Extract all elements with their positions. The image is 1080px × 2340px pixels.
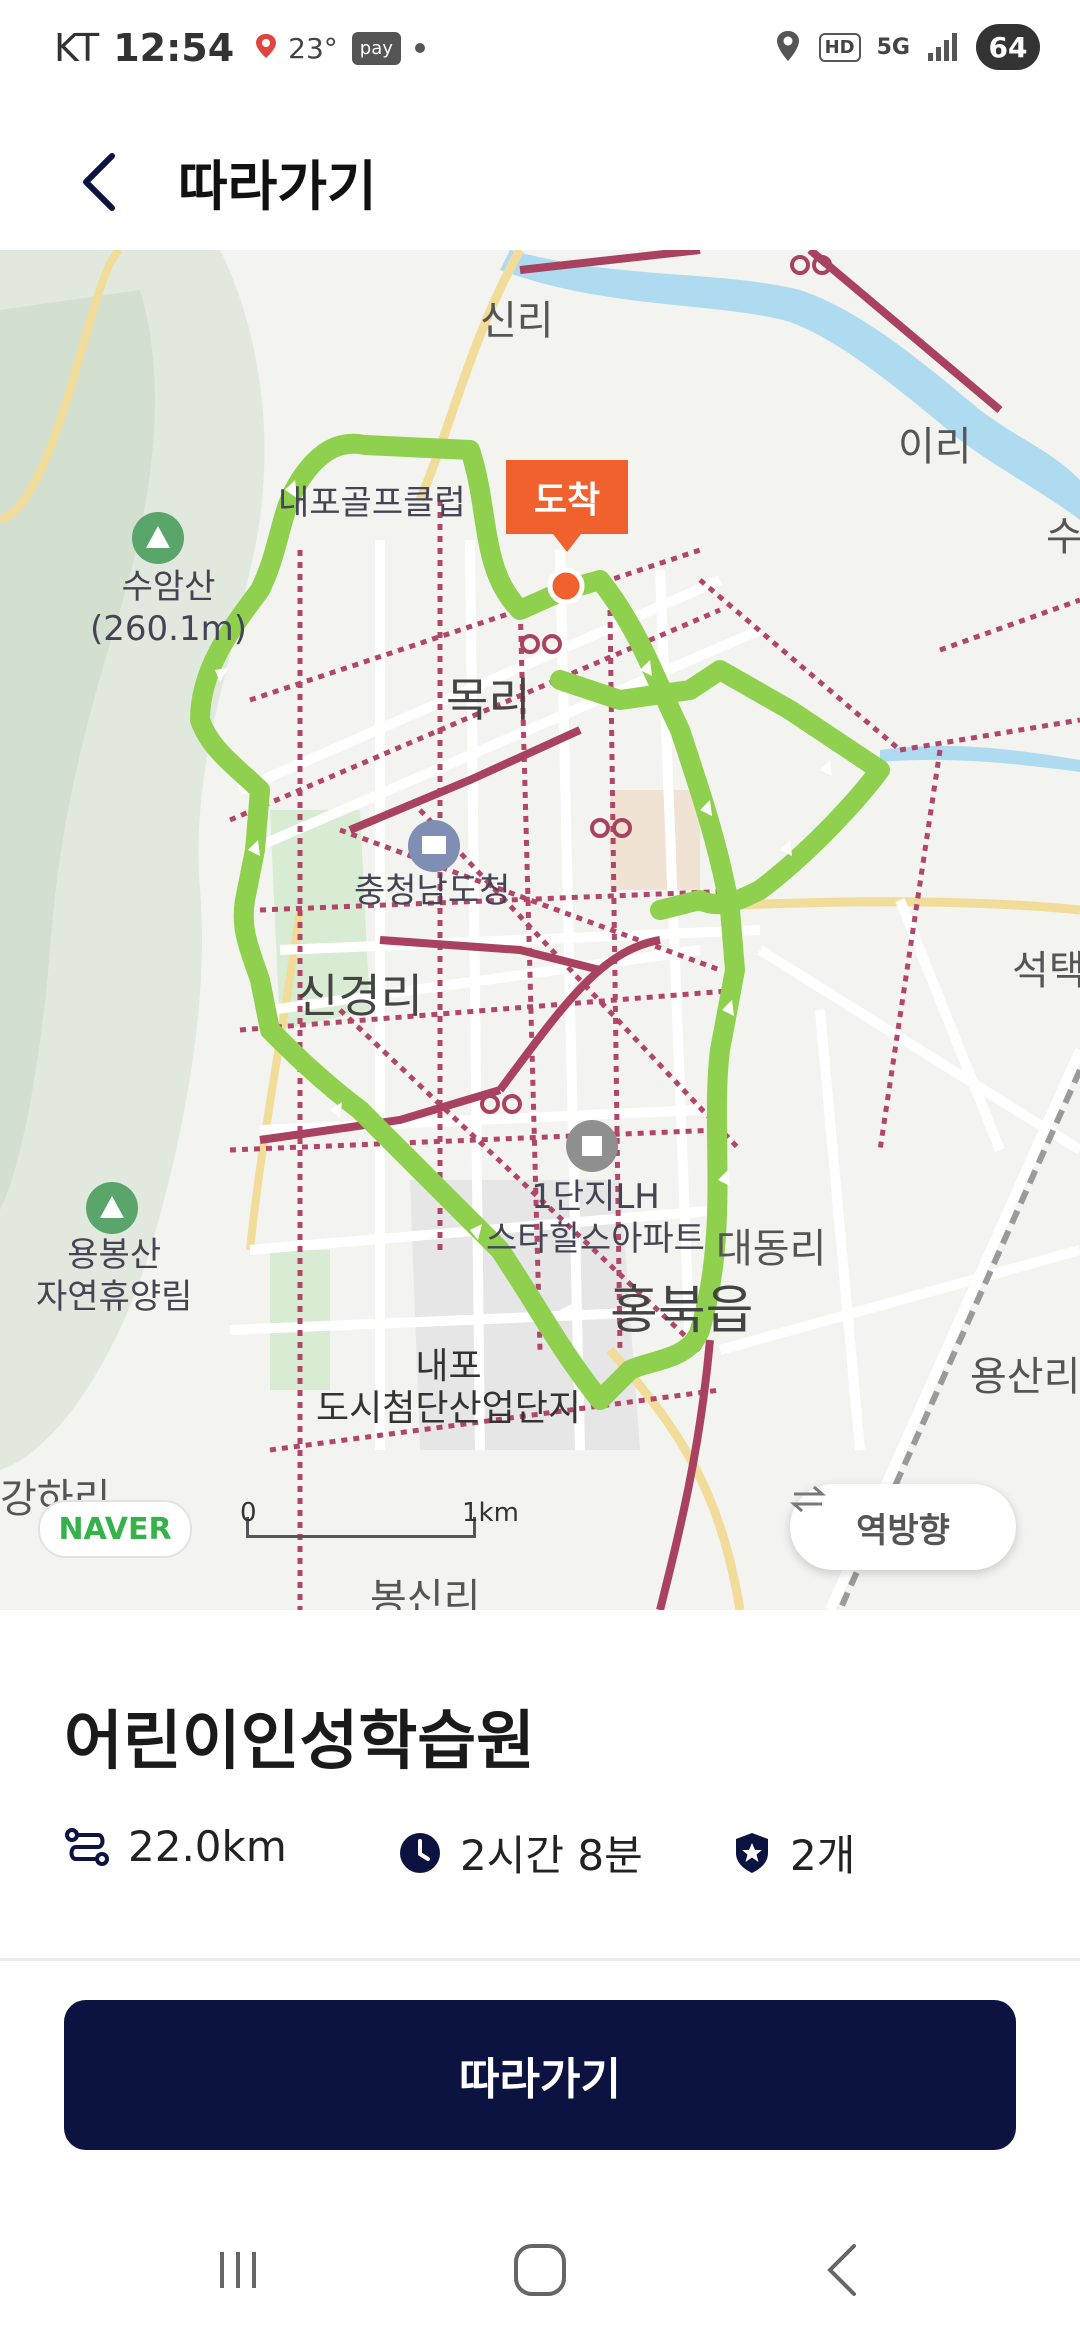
pay-icon: pay bbox=[351, 31, 401, 65]
notification-dot-icon bbox=[414, 43, 425, 53]
weather-indicator: 23° bbox=[248, 30, 338, 66]
map-label-seoktaek: 석택 bbox=[1012, 948, 1080, 994]
weather-location-icon bbox=[256, 34, 277, 58]
naver-logo: NAVER bbox=[38, 1500, 192, 1558]
map-label-mokri: 목리 bbox=[446, 673, 531, 727]
clock-icon bbox=[400, 1832, 440, 1873]
battery-indicator: 64 bbox=[976, 24, 1040, 70]
home-button[interactable] bbox=[500, 2230, 580, 2310]
poi-label-naepo: 내포 도시첨단산업단지 bbox=[316, 1346, 581, 1429]
back-arrow-icon bbox=[827, 2244, 856, 2296]
poi-label-lh-apt: 1단지LH 스타힐스아파트 bbox=[486, 1177, 705, 1259]
badge-stat: 2개 bbox=[732, 1822, 855, 1883]
home-icon bbox=[514, 2244, 566, 2296]
map-scale: 0 1km bbox=[240, 1498, 519, 1544]
divider bbox=[0, 1958, 1080, 1961]
poi-label-golf: 내포골프클럽 bbox=[278, 483, 466, 523]
route-map[interactable]: 신리 이리 수 목리 신경리 석택 대동리 홍북읍 용산리 강하리 봉신리 내포… bbox=[0, 250, 1080, 1610]
destination-marker[interactable]: 도착 bbox=[506, 460, 628, 552]
map-label-su: 수 bbox=[1046, 514, 1080, 560]
badge-count-value: 2개 bbox=[790, 1831, 856, 1880]
clock: 12:54 bbox=[113, 26, 235, 70]
reverse-direction-label: 역방향 bbox=[856, 1510, 950, 1551]
duration-value: 2시간 8분 bbox=[460, 1831, 643, 1880]
reverse-direction-button[interactable]: 역방향 bbox=[790, 1484, 1016, 1570]
carrier-label: KT bbox=[54, 26, 100, 70]
course-title: 어린이인성학습원 bbox=[64, 1705, 536, 1779]
distance-value: 22.0km bbox=[128, 1822, 287, 1871]
back-button[interactable] bbox=[60, 142, 140, 222]
network-5g-icon: 5G bbox=[876, 34, 910, 60]
scale-end-label: 1km bbox=[462, 1498, 519, 1528]
recent-apps-icon bbox=[220, 2252, 256, 2288]
page-title: 따라가기 bbox=[178, 155, 377, 218]
scale-start-label: 0 bbox=[240, 1498, 257, 1528]
status-bar: KT 12:54 23° pay HD 5G 64 bbox=[0, 0, 1080, 100]
poi-label-chungnam: 충청남도청 bbox=[354, 871, 511, 911]
app-header: 따라가기 bbox=[0, 100, 1080, 250]
temperature-label: 23° bbox=[288, 31, 338, 65]
course-stats: 22.0km 2시간 8분 2개 bbox=[64, 1822, 1024, 1892]
chevron-left-icon bbox=[83, 153, 115, 211]
system-nav-bar bbox=[0, 2200, 1080, 2340]
map-label-iri: 이리 bbox=[898, 424, 972, 470]
distance-stat: 22.0km bbox=[64, 1822, 287, 1871]
duration-stat: 2시간 8분 bbox=[398, 1822, 643, 1883]
location-icon bbox=[776, 31, 799, 61]
poi-label-yongbong: 용봉산 자연휴양림 bbox=[36, 1235, 193, 1317]
map-label-hongbukeup: 홍북읍 bbox=[610, 1281, 754, 1341]
map-label-bongsin: 봉신리 bbox=[370, 1576, 481, 1610]
map-label-sinri: 신리 bbox=[480, 298, 554, 344]
hd-voice-icon: HD bbox=[818, 32, 861, 62]
follow-button[interactable]: 따라가기 bbox=[64, 2000, 1016, 2150]
shield-star-icon bbox=[736, 1832, 768, 1873]
recent-apps-button[interactable] bbox=[198, 2230, 278, 2310]
poi-label-suamsan: 수암산 (260.1m) bbox=[90, 567, 247, 649]
system-back-button[interactable] bbox=[802, 2230, 882, 2310]
map-label-singyeongri: 신경리 bbox=[296, 969, 423, 1023]
route-icon bbox=[65, 1827, 109, 1866]
scale-bar bbox=[246, 1517, 476, 1538]
map-label-yongsanri: 용산리 bbox=[970, 1354, 1080, 1400]
swap-arrows-icon bbox=[790, 1485, 826, 1513]
signal-icon bbox=[928, 33, 957, 61]
map-label-daedongri: 대동리 bbox=[716, 1226, 827, 1272]
